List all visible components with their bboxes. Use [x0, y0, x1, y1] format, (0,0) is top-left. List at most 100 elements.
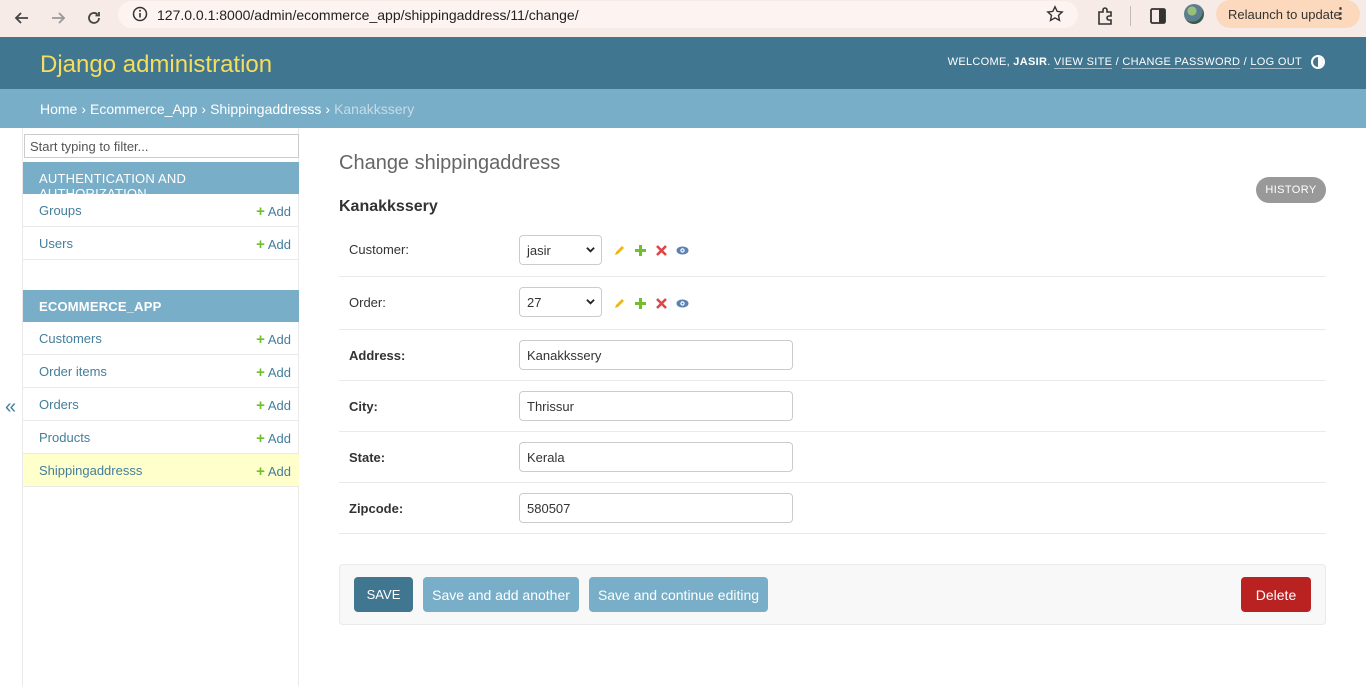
site-info-icon[interactable] — [132, 6, 148, 22]
save-and-add-another-button[interactable]: Save and add another — [423, 577, 579, 612]
plus-icon[interactable] — [634, 244, 647, 257]
change-password-link[interactable]: CHANGE PASSWORD — [1122, 56, 1241, 69]
city-input[interactable] — [519, 391, 793, 421]
object-title: Kanakkssery — [339, 198, 438, 215]
customer-related-actions — [613, 244, 689, 257]
plus-icon: + — [256, 331, 265, 348]
plus-icon: + — [256, 463, 265, 480]
form-row-state: State: — [339, 432, 1326, 483]
add-shippingaddresss-link[interactable]: + Add — [256, 463, 291, 480]
zipcode-label: Zipcode: — [349, 501, 404, 516]
add-groups-link[interactable]: + Add — [256, 203, 291, 220]
state-label: State: — [349, 450, 386, 465]
nav-filter-input[interactable] — [24, 134, 299, 158]
order-select-value: 27 — [527, 295, 542, 310]
view-eye-icon[interactable] — [676, 244, 689, 257]
breadcrumb: Home › Ecommerce_App › Shippingaddresss › Kana… — [0, 89, 1366, 128]
form-row-zipcode: Zipcode: — [339, 483, 1326, 534]
add-order-items-link[interactable]: + Add — [256, 364, 291, 381]
add-label: Add — [267, 398, 291, 413]
add-label: Add — [267, 365, 291, 380]
sidebar-item-products: Products + Add — [23, 421, 299, 454]
sidebar-item-label[interactable]: Customers — [39, 331, 102, 346]
reload-icon[interactable] — [80, 4, 108, 32]
save-button[interactable]: SAVE — [354, 577, 413, 612]
breadcrumb-app[interactable]: Ecommerce_App — [90, 101, 197, 117]
log-out-link[interactable]: LOG OUT — [1250, 56, 1302, 69]
form-row-address: Address: — [339, 330, 1326, 381]
bookmark-star-icon[interactable] — [1046, 5, 1064, 23]
add-users-link[interactable]: + Add — [256, 236, 291, 253]
delete-button[interactable]: Delete — [1241, 577, 1311, 612]
state-input[interactable] — [519, 442, 793, 472]
admin-header: Django administration WELCOME, JASIR. VI… — [0, 37, 1366, 89]
order-related-actions — [613, 297, 689, 310]
add-customers-link[interactable]: + Add — [256, 331, 291, 348]
address-input[interactable] — [519, 340, 793, 370]
breadcrumb-home[interactable]: Home — [40, 101, 77, 117]
add-orders-link[interactable]: + Add — [256, 397, 291, 414]
site-branding[interactable]: Django administration — [40, 51, 272, 79]
sidebar-collapse-toggle[interactable]: « — [5, 396, 16, 419]
welcome-text: WELCOME, — [947, 56, 1010, 68]
address-bar[interactable]: 127.0.0.1:8000/admin/ecommerce_app/shipp… — [118, 1, 1078, 28]
sidebar-item-label[interactable]: Groups — [39, 203, 82, 218]
pencil-icon[interactable] — [613, 297, 626, 310]
add-label: Add — [267, 332, 291, 347]
back-icon[interactable] — [8, 4, 36, 32]
delete-x-icon[interactable] — [655, 297, 668, 310]
submit-row: SAVE Save and add another Save and conti… — [339, 564, 1326, 625]
zipcode-input[interactable] — [519, 493, 793, 523]
browser-toolbar: 127.0.0.1:8000/admin/ecommerce_app/shipp… — [0, 0, 1366, 37]
profile-avatar[interactable] — [1184, 4, 1204, 24]
customer-select[interactable]: jasir — [519, 235, 602, 265]
sidebar-item-customers: Customers + Add — [23, 322, 299, 355]
extensions-icon[interactable] — [1095, 6, 1115, 26]
url-text[interactable]: 127.0.0.1:8000/admin/ecommerce_app/shipp… — [157, 7, 579, 23]
sidebar-item-order-items: Order items + Add — [23, 355, 299, 388]
sidebar-item-shippingaddresss: Shippingaddresss + Add — [23, 454, 299, 487]
breadcrumb-model[interactable]: Shippingaddresss — [210, 101, 321, 117]
toolbar-divider — [1130, 6, 1131, 26]
add-label: Add — [267, 204, 291, 219]
sidebar-item-label[interactable]: Order items — [39, 364, 107, 379]
delete-x-icon[interactable] — [655, 244, 668, 257]
plus-icon: + — [256, 430, 265, 447]
sidebar-item-orders: Orders + Add — [23, 388, 299, 421]
order-label: Order: — [349, 295, 386, 310]
relaunch-label: Relaunch to update — [1228, 6, 1341, 22]
sidebar-item-label[interactable]: Products — [39, 430, 90, 445]
relaunch-button[interactable]: Relaunch to update ⋮ — [1216, 0, 1360, 28]
order-select[interactable]: 27 — [519, 287, 602, 317]
plus-icon[interactable] — [634, 297, 647, 310]
view-eye-icon[interactable] — [676, 297, 689, 310]
add-label: Add — [267, 237, 291, 252]
plus-icon: + — [256, 397, 265, 414]
customer-select-value: jasir — [527, 243, 551, 258]
sidebar-item-label[interactable]: Orders — [39, 397, 79, 412]
address-label: Address: — [349, 348, 406, 363]
pencil-icon[interactable] — [613, 244, 626, 257]
form-row-customer: Customer: jasir — [339, 224, 1326, 277]
sidebar-item-label[interactable]: Shippingaddresss — [39, 463, 142, 478]
side-panel-icon[interactable] — [1148, 6, 1168, 26]
history-button[interactable]: History — [1256, 177, 1326, 203]
plus-icon: + — [256, 364, 265, 381]
username: JASIR — [1013, 56, 1048, 68]
form-row-city: City: — [339, 381, 1326, 432]
plus-icon: + — [256, 203, 265, 220]
save-and-continue-button[interactable]: Save and continue editing — [589, 577, 768, 612]
customer-label: Customer: — [349, 242, 409, 257]
theme-toggle-icon[interactable] — [1311, 55, 1325, 69]
view-site-link[interactable]: VIEW SITE — [1053, 56, 1113, 69]
menu-kebab-icon[interactable]: ⋮ — [1333, 6, 1348, 22]
module-caption-auth[interactable]: Authentication and Authorization — [23, 162, 299, 201]
forward-icon[interactable] — [44, 4, 72, 32]
chevron-down-icon — [586, 247, 595, 253]
add-products-link[interactable]: + Add — [256, 430, 291, 447]
sidebar-item-label[interactable]: Users — [39, 236, 73, 251]
module-caption-ecommerce[interactable]: Ecommerce_App — [23, 290, 299, 322]
chevron-down-icon — [586, 299, 595, 305]
plus-icon: + — [256, 236, 265, 253]
city-label: City: — [349, 399, 378, 414]
